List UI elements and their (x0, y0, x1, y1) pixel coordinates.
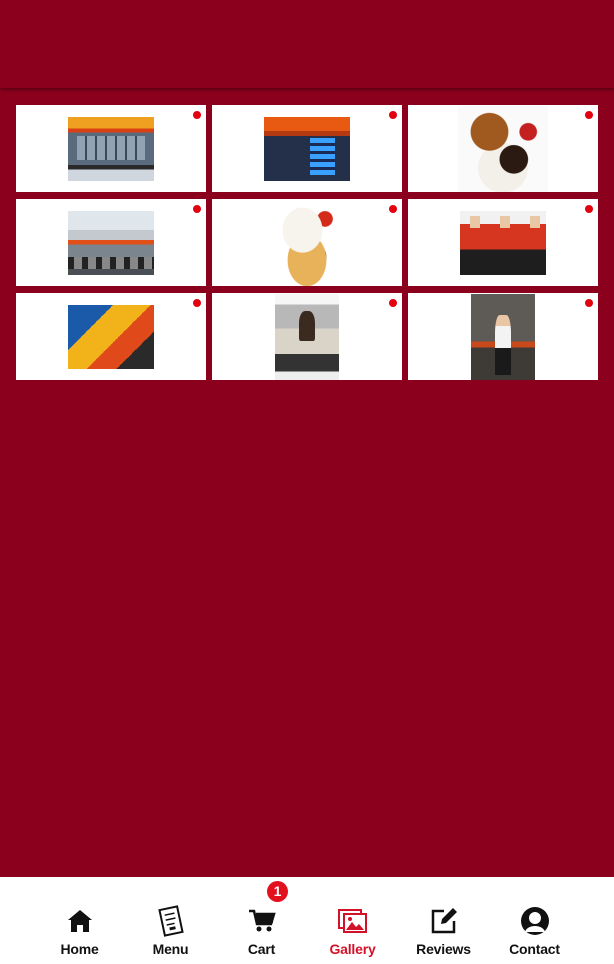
gallery-tile[interactable] (16, 293, 206, 380)
unread-indicator (585, 205, 593, 213)
gallery-icon (337, 906, 368, 936)
nav-label: Contact (509, 941, 560, 957)
nav-label: Home (60, 941, 99, 957)
unread-indicator (193, 205, 201, 213)
nav-item-home[interactable]: Home (34, 877, 125, 964)
chicken-steak-plate-photo (262, 199, 352, 286)
mall-storefront-photo (264, 116, 350, 181)
nav-item-contact[interactable]: Contact (489, 877, 580, 964)
unread-indicator (389, 205, 397, 213)
unread-indicator (585, 299, 593, 307)
fried-chicken-dish-photo (458, 105, 548, 192)
top-app-bar (0, 0, 614, 88)
gallery-tile[interactable] (408, 199, 598, 286)
home-icon (65, 906, 95, 936)
gallery-tile[interactable] (212, 199, 402, 286)
unread-indicator (389, 111, 397, 119)
unread-indicator (389, 299, 397, 307)
unread-indicator (193, 299, 201, 307)
street-view-photo (68, 210, 154, 275)
nav-label: Gallery (329, 941, 376, 957)
contact-icon (520, 906, 550, 936)
gallery-tile[interactable] (212, 293, 402, 380)
menu-book-icon (156, 905, 186, 937)
gallery-tile[interactable] (212, 105, 402, 192)
nav-item-cart[interactable]: 1 Cart (216, 877, 307, 964)
gallery-tile[interactable] (16, 105, 206, 192)
bottom-navigation: Home Menu 1 Cart Gallery Reviews Contact (0, 877, 614, 964)
gallery-tile[interactable] (16, 199, 206, 286)
gallery-tile[interactable] (408, 105, 598, 192)
unread-indicator (193, 111, 201, 119)
kitchen-chef-photo (275, 293, 339, 380)
nav-item-menu[interactable]: Menu (125, 877, 216, 964)
nav-label: Reviews (416, 941, 471, 957)
nav-item-reviews[interactable]: Reviews (398, 877, 489, 964)
nav-item-gallery[interactable]: Gallery (307, 877, 398, 964)
edit-icon (429, 906, 459, 936)
cart-icon (247, 906, 277, 936)
cart-count-badge: 1 (267, 881, 288, 902)
staff-group-photo (460, 210, 546, 275)
staff-member-photo (471, 293, 535, 380)
gallery-tile[interactable] (408, 293, 598, 380)
nav-label: Cart (247, 941, 276, 957)
unread-indicator (585, 111, 593, 119)
gallery-grid (16, 105, 598, 380)
nav-label: Menu (152, 941, 189, 957)
menu-poster-photo (68, 304, 154, 369)
storefront-photo (68, 116, 154, 181)
